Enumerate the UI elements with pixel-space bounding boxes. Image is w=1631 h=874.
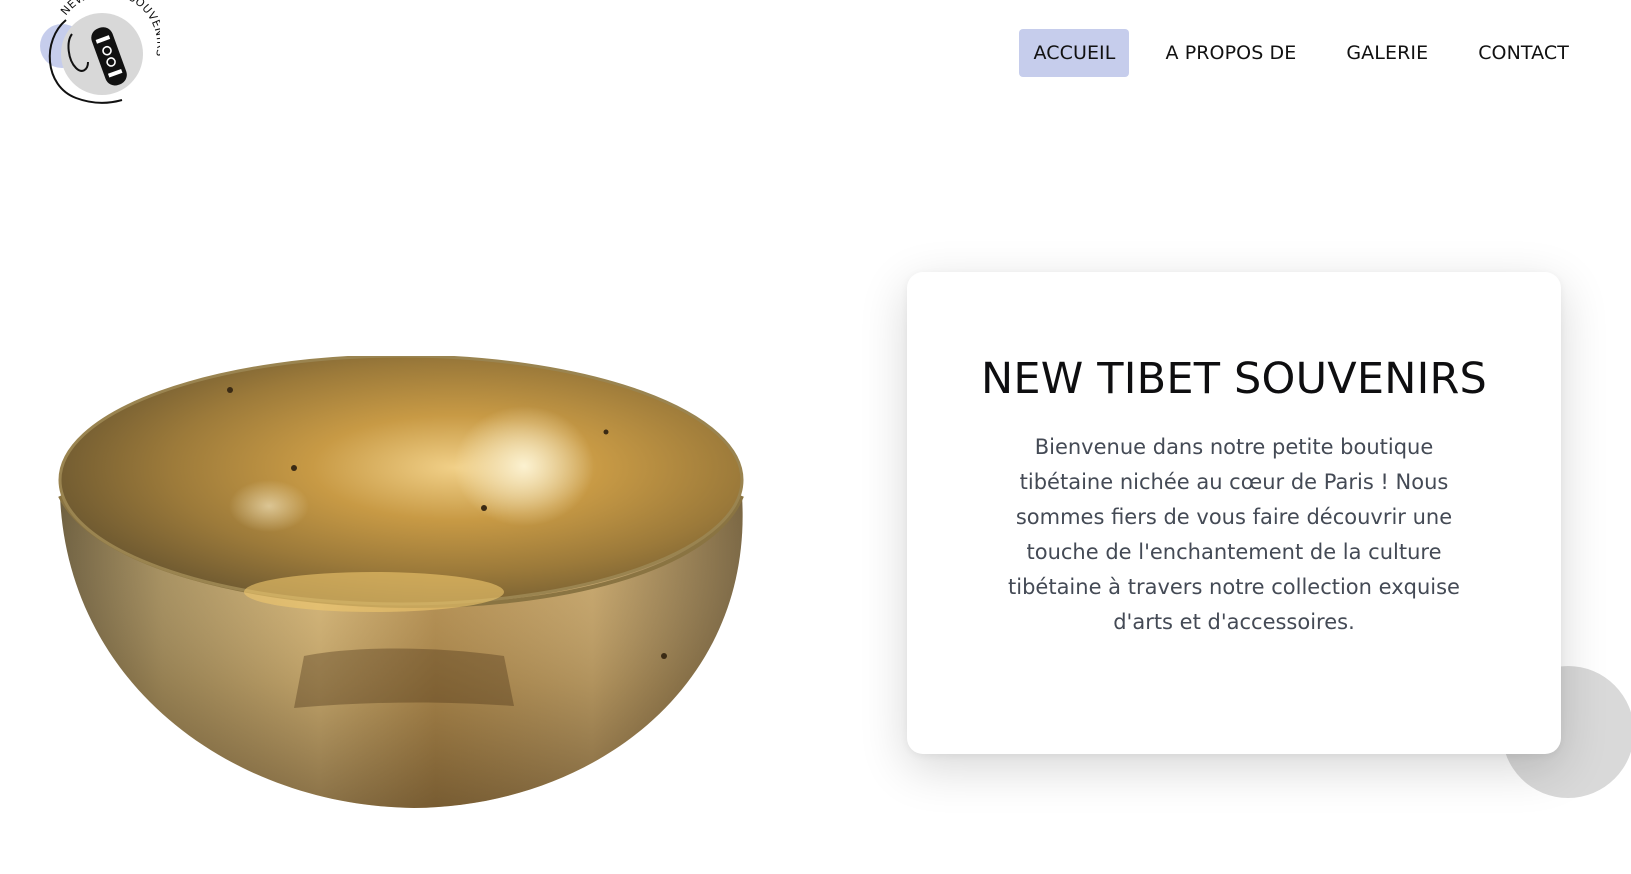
singing-bowl-image [54,356,774,836]
page: NEW TIBET SOUVENIRS ACCUEIL A PROPOS DE … [0,0,1631,874]
nav-contact[interactable]: CONTACT [1464,29,1583,77]
singing-bowl-logo-icon: NEW TIBET SOUVENIRS [40,0,160,104]
hero-title: NEW TIBET SOUVENIRS [980,354,1488,404]
nav-galerie[interactable]: GALERIE [1332,29,1442,77]
logo[interactable]: NEW TIBET SOUVENIRS [36,0,160,108]
hero-description: Bienvenue dans notre petite boutique tib… [1008,435,1460,634]
main-nav: ACCUEIL A PROPOS DE GALERIE CONTACT [1019,29,1583,77]
nav-a-propos-de[interactable]: A PROPOS DE [1151,29,1310,77]
welcome-card: NEW TIBET SOUVENIRS Bienvenue dans notre… [907,272,1561,754]
nav-accueil[interactable]: ACCUEIL [1019,29,1130,77]
